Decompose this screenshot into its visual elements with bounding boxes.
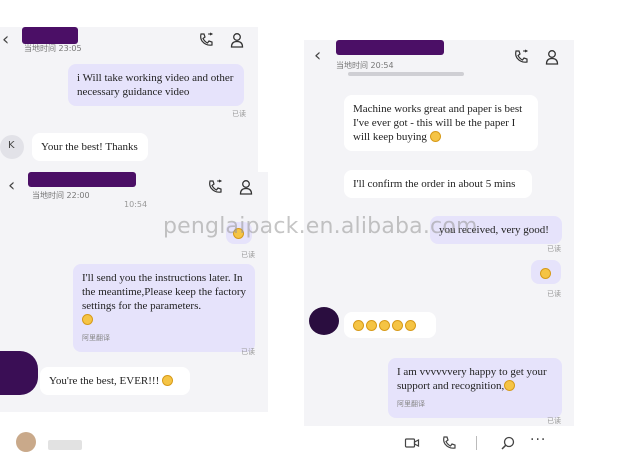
read-receipt: 已读 <box>547 245 561 253</box>
chat-panel-b: ‹ 当地时间 22:00 10:54 已读 I'll send you the … <box>0 172 268 412</box>
read-receipt: 已读 <box>241 348 255 356</box>
phone-icon[interactable] <box>207 179 223 195</box>
back-arrow-icon[interactable]: ‹ <box>2 29 9 50</box>
contact-avatar[interactable] <box>0 351 38 395</box>
watermark: penglaipack.en.alibaba.com <box>163 214 478 239</box>
smile-emoji-icon <box>429 131 441 142</box>
read-receipt: 已读 <box>547 290 561 298</box>
contact-message[interactable]: I'll confirm the order in about 5 mins <box>344 170 532 198</box>
back-arrow-icon[interactable]: ‹ <box>314 45 321 66</box>
user-avatar[interactable] <box>16 432 36 452</box>
sweat-smile-emoji-icon <box>540 268 551 279</box>
toolbar-divider <box>476 436 477 450</box>
read-receipt: 已读 <box>547 417 561 425</box>
smile-emoji-icon <box>392 320 403 331</box>
contact-emoji-message[interactable] <box>344 312 436 338</box>
phone-icon[interactable] <box>513 49 529 65</box>
person-icon[interactable] <box>544 49 560 65</box>
my-message[interactable]: I am vvvvvvery happy to get your support… <box>388 358 562 418</box>
contact-avatar[interactable]: K <box>0 135 24 159</box>
my-message[interactable]: I'll send you the instructions later. In… <box>73 264 255 352</box>
grin-emoji-icon <box>82 314 93 325</box>
read-receipt: 已读 <box>232 110 246 118</box>
phone-icon[interactable] <box>441 435 457 451</box>
my-message[interactable]: i Will take working video and other nece… <box>68 64 244 106</box>
local-time: 当地时间 20:54 <box>336 61 394 70</box>
phone-icon[interactable] <box>198 32 214 48</box>
contact-message[interactable]: Machine works great and paper is best I'… <box>344 95 538 151</box>
translate-label[interactable]: 阿里翻译 <box>82 331 246 345</box>
chat-panel-a: ‹ 当地时间 23:05 i Will take working video a… <box>0 27 258 179</box>
heart-eyes-emoji-icon <box>162 375 173 386</box>
message-text: You're the best, EVER!!! <box>49 375 160 387</box>
person-icon[interactable] <box>229 32 245 48</box>
message-text: I am vvvvvvery happy to get your support… <box>397 366 547 392</box>
bottom-toolbar: ··· <box>0 426 638 459</box>
redacted-name <box>336 40 444 55</box>
video-camera-icon[interactable] <box>404 435 420 451</box>
read-receipt: 已读 <box>241 251 255 259</box>
smile-emoji-icon <box>379 320 390 331</box>
person-icon[interactable] <box>238 179 254 195</box>
redacted-name <box>28 172 136 187</box>
smile-emoji-icon <box>405 320 416 331</box>
party-face-emoji-icon <box>504 380 516 391</box>
smile-emoji-icon <box>353 320 364 331</box>
message-text: I'll send you the instructions later. In… <box>82 272 247 312</box>
redacted-name <box>22 27 78 44</box>
contact-message[interactable]: Your the best! Thanks <box>32 133 148 161</box>
cropped-bubble-edge <box>348 72 464 76</box>
blurred-name <box>48 440 82 450</box>
contact-message[interactable]: You're the best, EVER!!! <box>40 367 190 395</box>
local-time: 当地时间 22:00 <box>32 191 90 200</box>
translate-label[interactable]: 阿里翻译 <box>397 397 553 411</box>
my-emoji-message[interactable] <box>531 260 561 284</box>
local-time: 当地时间 23:05 <box>24 44 82 53</box>
message-timestamp: 10:54 <box>124 200 148 209</box>
more-dots-icon[interactable]: ··· <box>530 432 546 448</box>
back-arrow-icon[interactable]: ‹ <box>8 175 15 196</box>
search-icon[interactable] <box>500 435 516 451</box>
avatar-initial: K <box>8 140 15 151</box>
contact-avatar[interactable] <box>309 307 339 335</box>
smile-emoji-icon <box>366 320 377 331</box>
